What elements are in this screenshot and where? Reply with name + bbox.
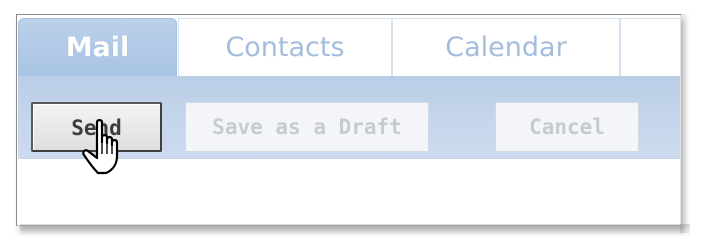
tab-strip: Mail Contacts Calendar xyxy=(18,18,680,76)
frame-shadow-right xyxy=(680,14,690,233)
save-draft-button[interactable]: Save as a Draft xyxy=(185,102,429,152)
cancel-button[interactable]: Cancel xyxy=(495,102,639,152)
tab-strip-filler xyxy=(620,18,680,76)
tab-calendar[interactable]: Calendar xyxy=(392,18,620,76)
hand-pointer-icon xyxy=(82,119,119,175)
frame-shadow-bottom xyxy=(20,224,690,236)
tab-mail[interactable]: Mail xyxy=(18,18,177,76)
tab-contacts[interactable]: Contacts xyxy=(178,18,392,76)
